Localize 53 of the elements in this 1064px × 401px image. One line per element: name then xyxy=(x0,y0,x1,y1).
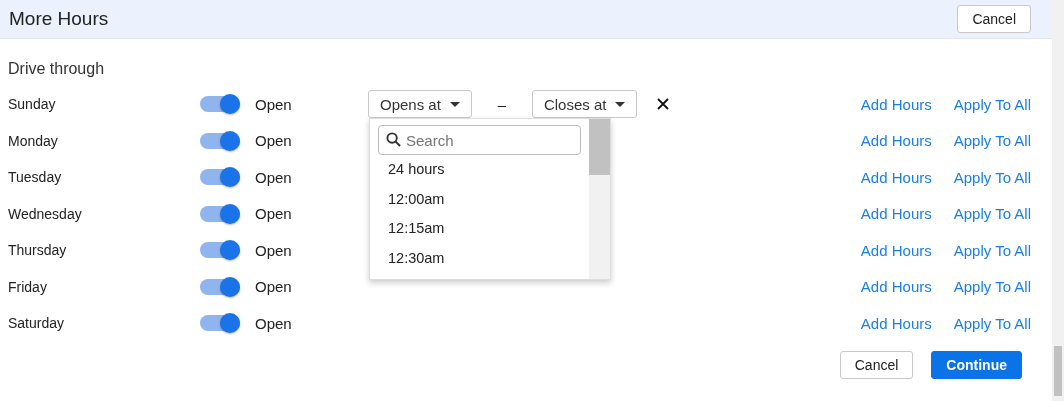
status-label: Open xyxy=(255,168,293,186)
page-scrollbar[interactable] xyxy=(1052,0,1064,401)
opens-at-dropdown[interactable]: Opens at xyxy=(368,90,472,119)
apply-to-all-link[interactable]: Apply To All xyxy=(953,314,1031,332)
caret-icon xyxy=(449,101,460,107)
apply-to-all-link[interactable]: Apply To All xyxy=(953,95,1031,113)
status-label: Open xyxy=(255,95,293,113)
time-option[interactable]: 12:30am xyxy=(378,243,581,274)
day-label: Wednesday xyxy=(8,205,83,222)
apply-to-all-link[interactable]: Apply To All xyxy=(953,241,1031,259)
toggle-switch[interactable] xyxy=(200,278,240,295)
add-hours-link[interactable]: Add Hours xyxy=(860,241,932,259)
dash-separator: – xyxy=(496,95,508,113)
caret-icon xyxy=(615,101,626,107)
toggle-switch[interactable] xyxy=(200,96,240,113)
continue-button[interactable]: Continue xyxy=(931,350,1022,379)
apply-to-all-link[interactable]: Apply To All xyxy=(953,205,1031,223)
time-option[interactable]: 12:15am xyxy=(378,214,581,244)
add-hours-link[interactable]: Add Hours xyxy=(860,205,932,223)
add-hours-link[interactable]: Add Hours xyxy=(860,95,932,113)
status-label: Open xyxy=(255,205,293,223)
closes-at-dropdown[interactable]: Closes at xyxy=(531,90,638,119)
toggle-switch[interactable] xyxy=(200,315,240,332)
day-label: Friday xyxy=(8,278,48,295)
apply-to-all-link[interactable]: Apply To All xyxy=(953,278,1031,296)
day-label: Saturday xyxy=(8,315,66,332)
add-hours-link[interactable]: Add Hours xyxy=(860,278,932,296)
day-label: Monday xyxy=(8,132,59,149)
add-hours-link[interactable]: Add Hours xyxy=(860,132,932,150)
dialog-title: More Hours xyxy=(9,8,109,30)
apply-to-all-link[interactable]: Apply To All xyxy=(953,132,1031,150)
toggle-switch[interactable] xyxy=(200,205,240,222)
toggle-switch[interactable] xyxy=(200,242,240,259)
status-label: Open xyxy=(255,278,293,296)
cancel-button[interactable]: Cancel xyxy=(957,5,1031,33)
status-label: Open xyxy=(255,314,293,332)
day-label: Thursday xyxy=(8,242,68,259)
time-option[interactable]: 12:00am xyxy=(378,184,581,215)
scrollbar[interactable] xyxy=(589,119,610,280)
toggle-switch[interactable] xyxy=(200,169,240,186)
time-option[interactable]: 24 hours xyxy=(378,155,581,185)
toggle-switch[interactable] xyxy=(200,132,240,149)
apply-to-all-link[interactable]: Apply To All xyxy=(953,168,1031,186)
cancel-button[interactable]: Cancel xyxy=(839,350,914,379)
add-hours-link[interactable]: Add Hours xyxy=(860,314,932,332)
status-label: Open xyxy=(255,241,293,259)
day-label: Sunday xyxy=(8,96,57,113)
close-icon[interactable] xyxy=(657,98,670,111)
section-title: Drive through xyxy=(8,59,106,79)
add-hours-link[interactable]: Add Hours xyxy=(860,168,932,186)
day-label: Tuesday xyxy=(8,169,63,186)
search-field[interactable]: Search xyxy=(378,125,581,156)
status-label: Open xyxy=(255,132,293,150)
